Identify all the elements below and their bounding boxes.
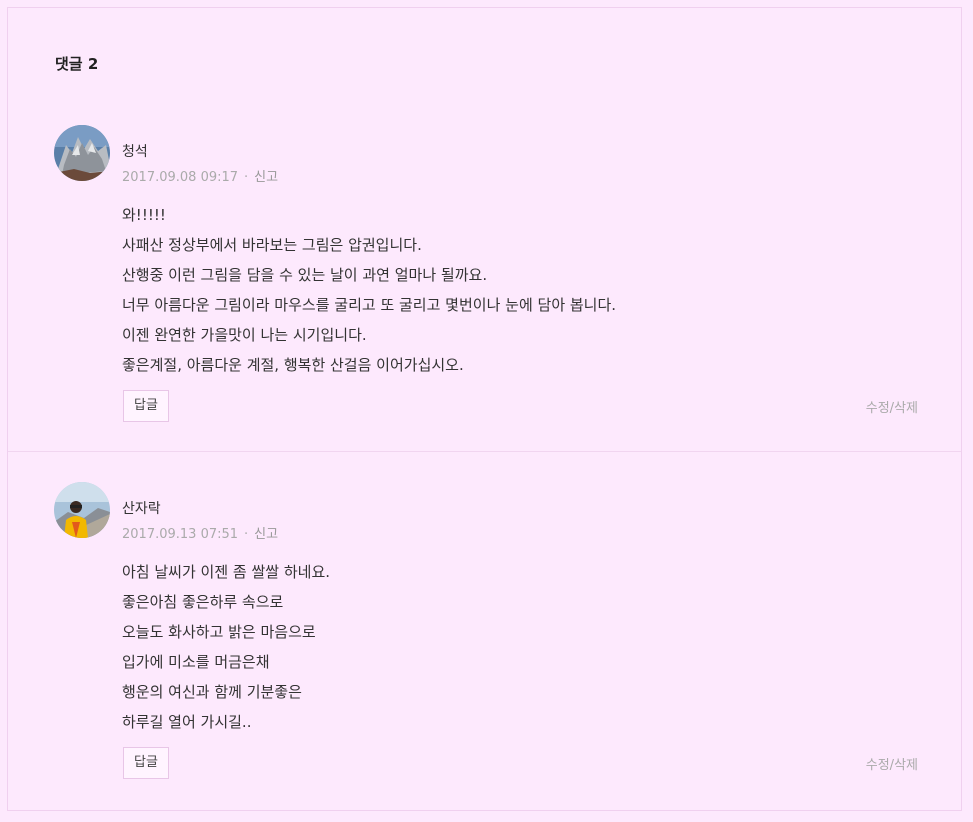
- comment-author[interactable]: 산자락: [122, 498, 161, 518]
- edit-delete-link[interactable]: 수정/삭제: [866, 397, 918, 416]
- comment-line: 아침 날씨가 이젠 좀 쌀쌀 하네요.: [122, 563, 331, 581]
- comment-line: 너무 아름다운 그림이라 마우스를 굴리고 또 굴리고 몇번이나 눈에 담아 봅…: [122, 296, 617, 314]
- report-link[interactable]: 신고: [254, 527, 278, 542]
- meta-separator: ·: [244, 527, 249, 542]
- comment-line: 오늘도 화사하고 밝은 마음으로: [122, 623, 316, 641]
- comment-meta: 2017.09.08 09:17 · 신고: [122, 166, 278, 185]
- comment-line: 사패산 정상부에서 바라보는 그림은 압권입니다.: [122, 236, 422, 254]
- comment-meta: 2017.09.13 07:51 · 신고: [122, 523, 278, 542]
- reply-button[interactable]: 답글: [123, 747, 169, 779]
- comment-body: 와!!!!! 사패산 정상부에서 바라보는 그림은 압권입니다. 산행중 이런 …: [122, 200, 616, 380]
- meta-separator: ·: [244, 170, 249, 185]
- comment-line: 하루길 열어 가시길..: [122, 713, 252, 731]
- comment-count-heading: 댓글 2: [55, 55, 99, 73]
- comment-line: 행운의 여신과 함께 기분좋은: [122, 683, 302, 701]
- reply-button[interactable]: 답글: [123, 390, 169, 422]
- edit-delete-link[interactable]: 수정/삭제: [866, 754, 918, 773]
- comment-item: 청석 2017.09.08 09:17 · 신고 와!!!!! 사패산 정상부에서 …: [8, 125, 961, 452]
- comment-line: 산행중 이런 그림을 담을 수 있는 날이 과연 얼마나 될까요.: [122, 266, 488, 284]
- comment-date: 2017.09.08 09:17: [122, 170, 239, 185]
- report-link[interactable]: 신고: [254, 170, 278, 185]
- comment-line: 와!!!!!: [122, 206, 166, 224]
- comment-date: 2017.09.13 07:51: [122, 527, 239, 542]
- comment-item: 산자락 2017.09.13 07:51 · 신고 아침 날씨가 이젠 좀 쌀쌀 하…: [8, 482, 961, 802]
- avatar[interactable]: [54, 482, 110, 538]
- avatar[interactable]: [54, 125, 110, 181]
- comment-author[interactable]: 청석: [122, 141, 148, 161]
- comment-line: 좋은아침 좋은하루 속으로: [122, 593, 284, 611]
- comment-line: 이젠 완연한 가을맛이 나는 시기입니다.: [122, 326, 367, 344]
- comments-panel: 댓글 2 청석 2017.09.08 09:17 · 신고 와!!!!! 사패산 정…: [7, 7, 962, 811]
- comment-line: 좋은계절, 아름다운 계절, 행복한 산걸음 이어가십시오.: [122, 356, 464, 374]
- comment-line: 입가에 미소를 머금은채: [122, 653, 270, 671]
- comment-body: 아침 날씨가 이젠 좀 쌀쌀 하네요. 좋은아침 좋은하루 속으로 오늘도 화사…: [122, 557, 330, 737]
